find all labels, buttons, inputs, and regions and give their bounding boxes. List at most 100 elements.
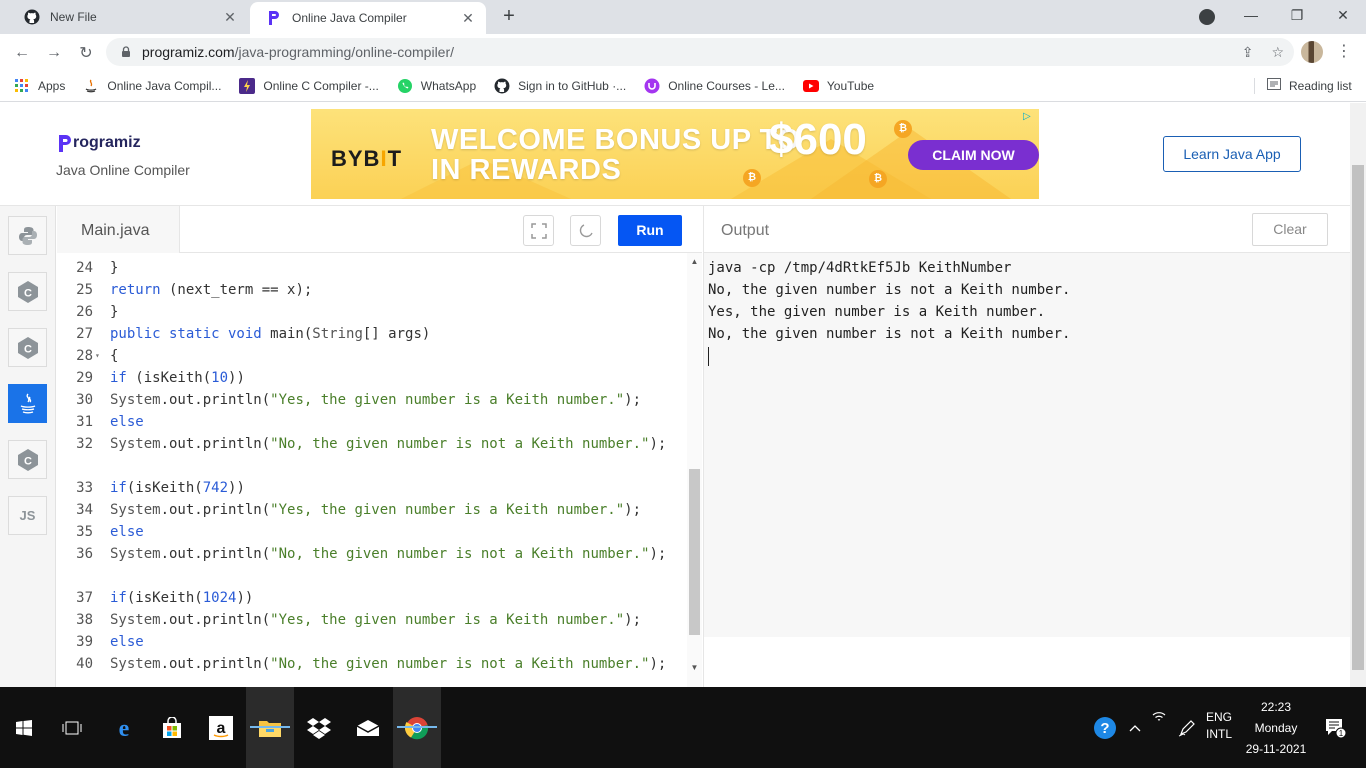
fold-arrow-icon[interactable]: ▾ bbox=[93, 345, 110, 367]
tab-online-java-compiler[interactable]: Online Java Compiler ✕ bbox=[250, 2, 486, 34]
bookmark-online-courses[interactable]: Online Courses - Le... bbox=[644, 78, 785, 94]
bookmark-youtube[interactable]: YouTube bbox=[802, 78, 875, 94]
action-center-notification-icon[interactable]: 1 bbox=[1316, 687, 1356, 768]
bookmark-label: Online Java Compil... bbox=[107, 78, 222, 93]
editor-scrollbar[interactable]: ▲ ▼ bbox=[687, 253, 702, 687]
programiz-logo[interactable]: rogramiz bbox=[58, 133, 141, 153]
ad-choices-icon[interactable]: ▷ bbox=[1023, 111, 1037, 123]
close-tab-icon[interactable]: ✕ bbox=[460, 10, 476, 26]
page-subtitle: Java Online Compiler bbox=[56, 162, 190, 178]
gutter-spacer bbox=[93, 411, 110, 433]
minimize-icon[interactable]: — bbox=[1228, 0, 1274, 30]
page-scroll-thumb[interactable] bbox=[1352, 165, 1364, 670]
edge-icon[interactable]: e bbox=[100, 687, 148, 768]
line-number: 37 bbox=[76, 590, 93, 606]
editor-scroll-thumb[interactable] bbox=[689, 469, 700, 635]
code-token: System bbox=[110, 656, 161, 672]
learn-java-app-button[interactable]: Learn Java App bbox=[1163, 136, 1301, 172]
file-tab-main-java[interactable]: Main.java bbox=[57, 206, 180, 253]
gutter-spacer bbox=[93, 653, 110, 675]
bookmark-star-icon[interactable]: ☆ bbox=[1271, 44, 1284, 61]
java-icon bbox=[83, 78, 99, 94]
gutter-spacer bbox=[93, 521, 110, 543]
browser-menu-icon[interactable]: ⋮ bbox=[1336, 41, 1352, 63]
dark-mode-moon-icon[interactable] bbox=[570, 215, 601, 246]
output-console[interactable]: java -cp /tmp/4dRtkEf5Jb KeithNumber No,… bbox=[704, 253, 1351, 637]
bookmark-apps[interactable]: Apps bbox=[14, 78, 65, 94]
csharp-language-button[interactable]: C bbox=[8, 440, 47, 479]
javascript-language-button[interactable]: JS bbox=[8, 496, 47, 535]
claim-now-button[interactable]: CLAIM NOW bbox=[908, 140, 1039, 170]
code-line: 25 return (next_term == x); bbox=[57, 279, 687, 301]
output-title: Output bbox=[721, 222, 770, 239]
code-text: else bbox=[110, 411, 144, 433]
advertisement-banner[interactable]: BYBIT WELCOME BONUS UP TO IN REWARDS $60… bbox=[311, 109, 1039, 199]
reload-icon[interactable]: ↻ bbox=[74, 41, 98, 65]
bookmark-label: Online Courses - Le... bbox=[668, 78, 785, 93]
scroll-down-arrow-icon[interactable]: ▼ bbox=[689, 663, 700, 673]
tab-search-icon[interactable] bbox=[1199, 9, 1215, 25]
mail-icon[interactable] bbox=[344, 687, 392, 768]
restore-icon[interactable]: ❐ bbox=[1274, 0, 1320, 30]
store-icon[interactable] bbox=[148, 687, 196, 768]
code-token: .out.println( bbox=[160, 656, 271, 672]
pen-icon[interactable] bbox=[1170, 687, 1204, 768]
udemy-icon bbox=[644, 78, 660, 94]
amazon-icon[interactable]: a bbox=[197, 687, 245, 768]
bookmark-github[interactable]: Sign in to GitHub ·... bbox=[494, 78, 626, 94]
clear-button[interactable]: Clear bbox=[1252, 213, 1328, 246]
python-language-button[interactable] bbox=[8, 216, 47, 255]
code-line: 27 public static void main(String[] args) bbox=[57, 323, 687, 345]
code-token: if bbox=[110, 480, 127, 496]
bookmark-online-c[interactable]: Online C Compiler -... bbox=[239, 77, 379, 94]
reading-list-button[interactable]: Reading list bbox=[1267, 78, 1352, 93]
close-tab-icon[interactable]: ✕ bbox=[222, 9, 238, 25]
bookmark-whatsapp[interactable]: WhatsApp bbox=[397, 78, 476, 94]
bookmark-online-java[interactable]: Online Java Compil... bbox=[83, 78, 221, 94]
cpp-language-button[interactable]: C bbox=[8, 328, 47, 367]
windows-start-icon[interactable] bbox=[0, 687, 48, 768]
bookmark-label: YouTube bbox=[826, 78, 875, 93]
code-text: System.out.println("Yes, the given numbe… bbox=[110, 499, 641, 521]
output-line: Yes, the given number is a Keith number. bbox=[708, 304, 1046, 320]
code-text: System.out.println("No, the given number… bbox=[110, 653, 666, 675]
chrome-icon[interactable] bbox=[393, 687, 441, 768]
scroll-up-arrow-icon[interactable]: ▲ bbox=[689, 257, 700, 267]
svg-text:a: a bbox=[217, 720, 226, 737]
fullscreen-icon[interactable] bbox=[523, 215, 554, 246]
c-language-button[interactable]: C bbox=[8, 272, 47, 311]
bookmark-label: Sign in to GitHub ·... bbox=[518, 78, 627, 93]
bookmarks-bar: Apps Online Java Compil... Online C Comp… bbox=[0, 70, 1366, 102]
code-line: 32 System.out.println("No, the given numb… bbox=[57, 433, 687, 455]
code-token: else bbox=[110, 414, 144, 430]
file-explorer-icon[interactable] bbox=[246, 687, 294, 768]
code-token: "No, the given number is not a Keith num… bbox=[270, 546, 650, 562]
code-area[interactable]: 24} 25 return (next_term == x); 26} 27 public… bbox=[57, 253, 687, 687]
java-language-button[interactable] bbox=[8, 384, 47, 423]
lock-icon bbox=[122, 46, 130, 57]
profile-avatar[interactable] bbox=[1301, 41, 1323, 63]
system-clock[interactable]: 22:23 Monday 29-11-2021 bbox=[1240, 697, 1312, 760]
code-token: (isKeith( bbox=[126, 370, 212, 386]
input-language-indicator[interactable]: ENG INTL bbox=[1206, 709, 1232, 743]
tab-new-file[interactable]: New File ✕ bbox=[8, 0, 248, 34]
page-scrollbar[interactable] bbox=[1350, 103, 1366, 687]
address-bar[interactable]: programiz.com/java-programming/online-co… bbox=[106, 38, 1294, 66]
forward-arrow-icon[interactable]: → bbox=[42, 41, 66, 65]
code-token: )) bbox=[228, 480, 245, 496]
coin-icon: ₿ bbox=[894, 120, 912, 138]
dropbox-icon[interactable] bbox=[295, 687, 343, 768]
code-text: if(isKeith(742)) bbox=[110, 477, 245, 499]
back-arrow-icon[interactable]: ← bbox=[10, 41, 34, 65]
code-token: "Yes, the given number is a Keith number… bbox=[270, 612, 625, 628]
code-text: } bbox=[110, 301, 118, 323]
csharp-icon: C bbox=[17, 448, 38, 471]
close-window-icon[interactable]: ✕ bbox=[1320, 0, 1366, 30]
share-icon[interactable]: ⇪ bbox=[1242, 44, 1254, 61]
c-icon: C bbox=[17, 280, 38, 303]
new-tab-icon[interactable]: + bbox=[498, 6, 520, 28]
task-view-icon[interactable] bbox=[48, 687, 96, 768]
run-button[interactable]: Run bbox=[618, 215, 682, 246]
line-number bbox=[57, 455, 93, 477]
site-header: rogramiz Java Online Compiler BYBIT WELC… bbox=[0, 103, 1350, 206]
